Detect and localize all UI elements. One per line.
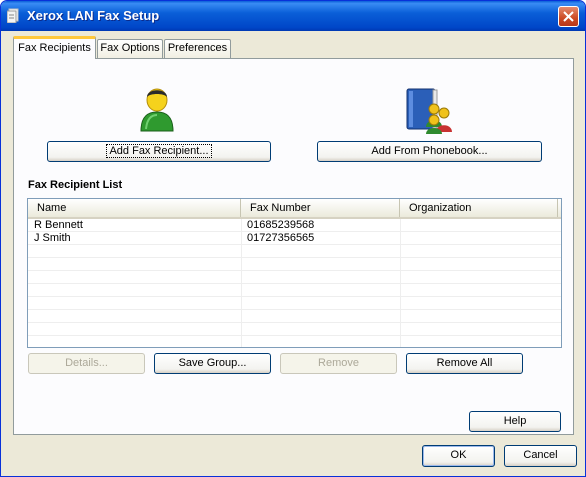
remove-all-button[interactable]: Remove All: [406, 353, 523, 374]
grid-line: [28, 335, 561, 336]
list-header: Name Fax Number Organization: [28, 199, 561, 219]
grid-line: [28, 257, 561, 258]
phonebook-icon: [406, 88, 452, 134]
close-icon: [563, 11, 574, 22]
help-button[interactable]: Help: [469, 411, 561, 432]
add-fax-recipient-label: Add Fax Recipient...: [106, 144, 212, 158]
person-icon: [140, 88, 174, 132]
grid-line: [28, 296, 561, 297]
fax-app-icon: [7, 8, 19, 23]
grid-line: [28, 322, 561, 323]
row-name: R Bennett: [34, 219, 83, 231]
tab-preferences[interactable]: Preferences: [164, 39, 231, 58]
add-fax-recipient-button[interactable]: Add Fax Recipient...: [47, 141, 271, 162]
recipient-list-title: Fax Recipient List: [28, 179, 123, 191]
tab-fax-recipients[interactable]: Fax Recipients: [13, 36, 96, 59]
close-button[interactable]: [558, 6, 579, 27]
grid-line: [28, 270, 561, 271]
column-header-name[interactable]: Name: [28, 199, 241, 217]
ok-button[interactable]: OK: [422, 445, 495, 467]
row-fax-number: 01685239568: [247, 219, 315, 231]
column-header-organization[interactable]: Organization: [400, 199, 558, 217]
column-header-fax-number[interactable]: Fax Number: [241, 199, 400, 217]
window-title: Xerox LAN Fax Setup: [27, 8, 160, 23]
save-group-button[interactable]: Save Group...: [154, 353, 271, 374]
grid-line: [28, 283, 561, 284]
add-from-phonebook-button[interactable]: Add From Phonebook...: [317, 141, 542, 162]
grid-line: [28, 309, 561, 310]
details-button[interactable]: Details...: [28, 353, 145, 374]
recipient-list[interactable]: Name Fax Number Organization R Bennett 0…: [27, 198, 562, 348]
row-fax-number: 01727356565: [247, 232, 315, 244]
cancel-button[interactable]: Cancel: [504, 445, 577, 467]
table-row[interactable]: R Bennett 01685239568: [28, 219, 561, 231]
title-bar[interactable]: Xerox LAN Fax Setup: [1, 1, 585, 31]
remove-button[interactable]: Remove: [280, 353, 397, 374]
dialog-window: Xerox LAN Fax Setup Fax Recipients Fax O…: [0, 0, 586, 477]
table-row[interactable]: J Smith 01727356565: [28, 232, 561, 244]
row-name: J Smith: [34, 232, 71, 244]
tab-fax-options[interactable]: Fax Options: [97, 39, 163, 58]
